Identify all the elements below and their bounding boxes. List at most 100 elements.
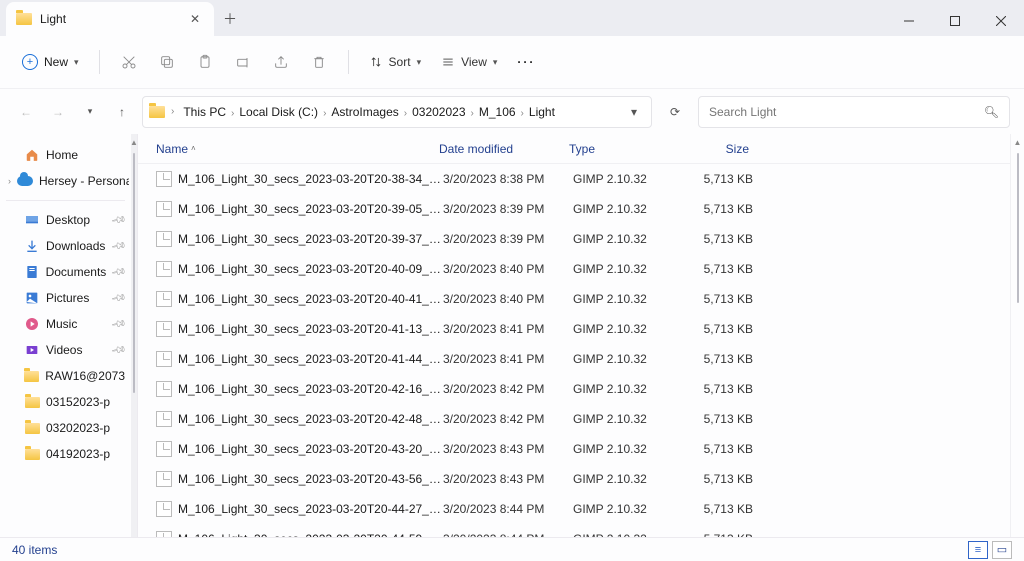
file-row[interactable]: M_106_Light_30_secs_2023-03-20T20-38-34_… (138, 164, 1010, 194)
breadcrumb-item[interactable]: M_106 (476, 103, 519, 121)
file-row[interactable]: M_106_Light_30_secs_2023-03-20T20-40-41_… (138, 284, 1010, 314)
col-date[interactable]: Date modified (439, 142, 569, 156)
nav-label: Hersey - Personal (39, 174, 129, 188)
folder-icon (24, 420, 40, 436)
cut-button[interactable] (112, 45, 146, 79)
nav-item[interactable]: ›Downloads📌︎ (2, 233, 129, 259)
file-row[interactable]: M_106_Light_30_secs_2023-03-20T20-42-16_… (138, 374, 1010, 404)
search-box[interactable]: 🔍︎ (698, 96, 1010, 128)
nav-label: Music (46, 317, 77, 331)
nav-scroll-thumb[interactable] (133, 153, 135, 393)
nav-item[interactable]: ›04192023-p (2, 441, 129, 467)
new-tab-button[interactable]: ＋ (214, 2, 246, 36)
breadcrumb-item[interactable]: 03202023 (409, 103, 468, 121)
file-type: GIMP 2.10.32 (573, 412, 683, 426)
file-row[interactable]: M_106_Light_30_secs_2023-03-20T20-41-44_… (138, 344, 1010, 374)
search-icon[interactable]: 🔍︎ (984, 105, 999, 119)
breadcrumb-sep[interactable]: › (519, 108, 526, 119)
chevron-down-icon: ▾ (493, 57, 498, 68)
file-icon (156, 261, 172, 277)
file-icon (156, 381, 172, 397)
nav-item[interactable]: ›03202023-p (2, 415, 129, 441)
refresh-button[interactable]: ⟳ (660, 96, 690, 128)
file-row[interactable]: M_106_Light_30_secs_2023-03-20T20-41-13_… (138, 314, 1010, 344)
forward-button[interactable]: → (46, 100, 70, 124)
sort-button[interactable]: Sort ▾ (361, 51, 430, 73)
file-row[interactable]: M_106_Light_30_secs_2023-03-20T20-44-59_… (138, 524, 1010, 537)
file-type: GIMP 2.10.32 (573, 382, 683, 396)
file-row[interactable]: M_106_Light_30_secs_2023-03-20T20-44-27_… (138, 494, 1010, 524)
nav-item[interactable]: ›03152023-p (2, 389, 129, 415)
share-button[interactable] (264, 45, 298, 79)
breadcrumb-item[interactable]: This PC (180, 103, 229, 121)
back-button[interactable]: ← (14, 100, 38, 124)
nav-item[interactable]: ›Pictures📌︎ (2, 285, 129, 311)
delete-button[interactable] (302, 45, 336, 79)
file-size: 5,713 KB (683, 352, 753, 366)
maximize-button[interactable] (932, 6, 978, 36)
file-row[interactable]: M_106_Light_30_secs_2023-03-20T20-39-05_… (138, 194, 1010, 224)
file-type: GIMP 2.10.32 (573, 322, 683, 336)
col-type[interactable]: Type (569, 142, 679, 156)
col-size[interactable]: Size (679, 142, 749, 156)
file-name: M_106_Light_30_secs_2023-03-20T20-41-44_… (178, 352, 443, 366)
file-size: 5,713 KB (683, 322, 753, 336)
view-button[interactable]: View ▾ (433, 51, 505, 73)
file-date: 3/20/2023 8:38 PM (443, 172, 573, 186)
minimize-button[interactable] (886, 6, 932, 36)
nav-item[interactable]: ›Desktop📌︎ (2, 207, 129, 233)
breadcrumb-item[interactable]: Light (526, 103, 558, 121)
recent-chevron[interactable]: ▾ (78, 100, 102, 124)
folder-icon (23, 368, 39, 384)
file-row[interactable]: M_106_Light_30_secs_2023-03-20T20-39-37_… (138, 224, 1010, 254)
tab-current[interactable]: Light ✕ (6, 2, 214, 36)
address-dropdown[interactable]: ▾ (623, 105, 645, 119)
rename-button[interactable] (226, 45, 260, 79)
quick-icon (24, 290, 40, 306)
file-row[interactable]: M_106_Light_30_secs_2023-03-20T20-42-48_… (138, 404, 1010, 434)
divider (99, 50, 100, 74)
breadcrumb-sep[interactable]: › (402, 108, 409, 119)
tab-close-button[interactable]: ✕ (186, 10, 204, 28)
breadcrumb-item[interactable]: AstroImages (328, 103, 401, 121)
file-size: 5,713 KB (683, 502, 753, 516)
list-scrollbar[interactable]: ▲ (1010, 134, 1024, 537)
thumbnails-view-toggle[interactable]: ▭ (992, 541, 1012, 559)
file-row[interactable]: M_106_Light_30_secs_2023-03-20T20-40-09_… (138, 254, 1010, 284)
col-name[interactable]: Name˄ (156, 142, 439, 156)
file-row[interactable]: M_106_Light_30_secs_2023-03-20T20-43-20_… (138, 434, 1010, 464)
nav-item[interactable]: ›Documents📌︎ (2, 259, 129, 285)
file-icon (156, 291, 172, 307)
details-view-toggle[interactable]: ≡ (968, 541, 988, 559)
file-icon (156, 231, 172, 247)
copy-button[interactable] (150, 45, 184, 79)
file-name: M_106_Light_30_secs_2023-03-20T20-38-34_… (178, 172, 443, 186)
paste-button[interactable] (188, 45, 222, 79)
file-size: 5,713 KB (683, 292, 753, 306)
close-button[interactable] (978, 6, 1024, 36)
sort-label: Sort (389, 55, 411, 69)
breadcrumb-sep[interactable]: › (169, 106, 176, 117)
address-bar-row: ← → ▾ ↑ › This PC›Local Disk (C:)›AstroI… (0, 88, 1024, 134)
file-name: M_106_Light_30_secs_2023-03-20T20-39-05_… (178, 202, 443, 216)
nav-item[interactable]: ›Videos📌︎ (2, 337, 129, 363)
list-scroll-thumb[interactable] (1017, 153, 1019, 303)
up-button[interactable]: ↑ (110, 100, 134, 124)
nav-item[interactable]: ›Hersey - Personal (2, 168, 129, 194)
breadcrumb-item[interactable]: Local Disk (C:) (236, 103, 321, 121)
file-date: 3/20/2023 8:40 PM (443, 292, 573, 306)
nav-scrollbar[interactable]: ▲ (131, 134, 137, 537)
file-icon (156, 171, 172, 187)
address-bar[interactable]: › This PC›Local Disk (C:)›AstroImages›03… (142, 96, 652, 128)
file-row[interactable]: M_106_Light_30_secs_2023-03-20T20-43-56_… (138, 464, 1010, 494)
file-name: M_106_Light_30_secs_2023-03-20T20-39-37_… (178, 232, 443, 246)
nav-item[interactable]: ›RAW16@2073 (2, 363, 129, 389)
nav-item[interactable]: ›Home (2, 142, 129, 168)
search-input[interactable] (709, 105, 984, 119)
nav-item[interactable]: ›Music📌︎ (2, 311, 129, 337)
breadcrumb-sep[interactable]: › (469, 108, 476, 119)
new-button[interactable]: + New ▾ (14, 50, 87, 74)
more-button[interactable]: ··· (509, 51, 543, 73)
file-type: GIMP 2.10.32 (573, 442, 683, 456)
file-name: M_106_Light_30_secs_2023-03-20T20-40-41_… (178, 292, 443, 306)
